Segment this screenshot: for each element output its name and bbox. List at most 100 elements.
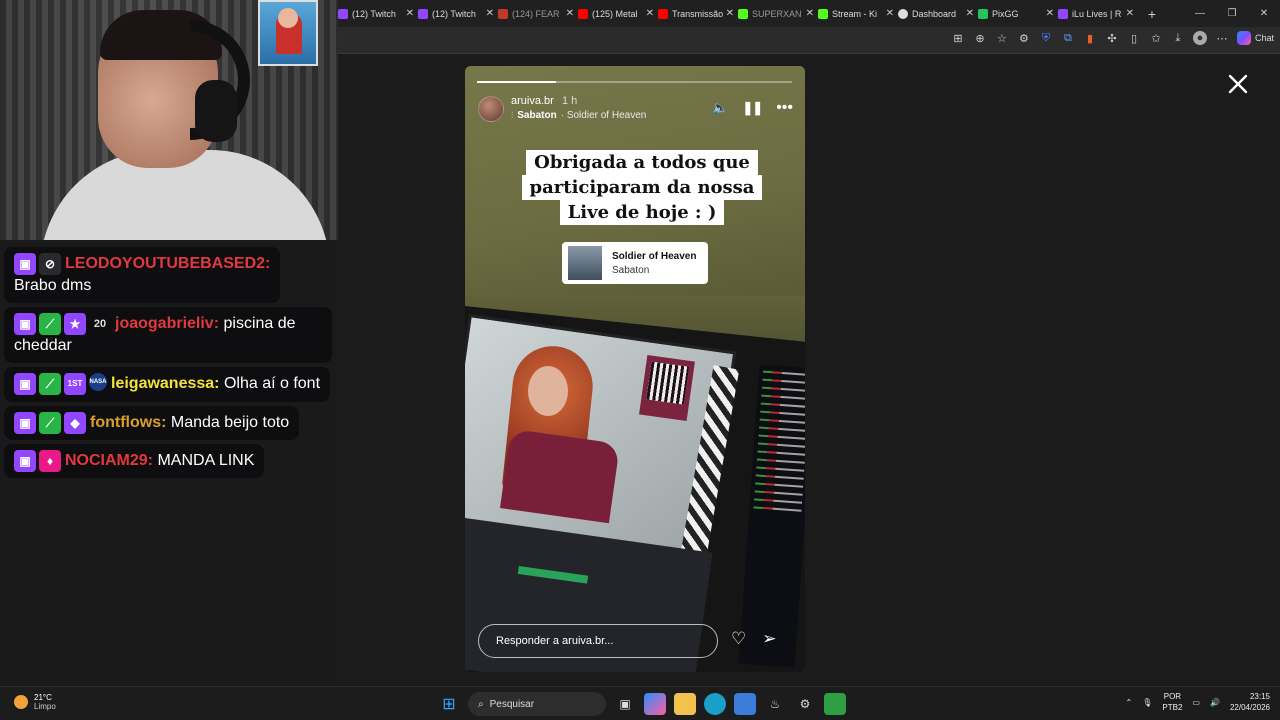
language-indicator[interactable]: POR PTB2 (1162, 691, 1182, 713)
tab-favicon-icon (738, 8, 748, 19)
favorites-icon[interactable]: ✩ (1149, 31, 1163, 45)
browser-tab-active[interactable]: iLu Lives | R ✕ (1058, 0, 1138, 27)
chat-message: ▣ ♦ NOCIAM29: MANDA LINK (4, 443, 265, 479)
close-tab-icon[interactable]: ✕ (726, 8, 734, 19)
microphone-icon[interactable]: 🎙 (1142, 698, 1152, 707)
close-tab-icon[interactable]: ✕ (1046, 8, 1054, 19)
browser-tab[interactable]: (12) Twitch ✕ (338, 0, 418, 27)
close-tab-icon[interactable]: ✕ (806, 8, 814, 19)
new-tab-button[interactable]: + (1142, 6, 1162, 22)
favorite-star-icon[interactable]: ☆ (995, 31, 1009, 45)
close-tab-icon[interactable]: ✕ (646, 8, 654, 19)
music-sticker[interactable]: Soldier of Heaven Sabaton (562, 242, 708, 284)
browser-tab[interactable]: (12) Twitch ✕ (418, 0, 498, 27)
more-options-icon[interactable]: ••• (776, 99, 793, 117)
bitwarden-icon[interactable]: ⛨ (1039, 31, 1053, 45)
close-tab-icon[interactable]: ✕ (886, 8, 894, 19)
browser-tab[interactable]: PixGG ✕ (978, 0, 1058, 27)
close-icon[interactable] (1226, 72, 1250, 96)
caption-line: participaram da nossa (521, 175, 763, 200)
volume-tray-icon[interactable]: 🔊 (1210, 698, 1220, 707)
close-tab-icon[interactable]: ✕ (966, 8, 974, 19)
maximize-button[interactable]: ❐ (1216, 0, 1248, 27)
story-progress-bar (477, 81, 792, 83)
browser-tab[interactable]: (125) Metal ✕ (578, 0, 658, 27)
windows-start-icon[interactable]: ⊞ (438, 693, 460, 715)
browser-tab[interactable]: Dashboard ✕ (898, 0, 978, 27)
chat-text: MANDA LINK (157, 452, 255, 470)
split-screen-icon[interactable]: ▯ (1127, 31, 1141, 45)
story-music[interactable]: ⫶ Sabaton · Soldier of Heaven (511, 110, 646, 121)
zoom-icon[interactable]: ⊕ (973, 31, 987, 45)
task-view-icon[interactable]: ▣ (614, 693, 636, 715)
translate-icon[interactable]: ⧉ (1061, 31, 1075, 45)
weather-widget[interactable]: 21°C Limpo (14, 693, 56, 711)
like-heart-icon[interactable]: ♡ (731, 629, 746, 649)
tray-overflow-icon[interactable]: ⌃ (1126, 698, 1133, 707)
minimize-button[interactable]: — (1184, 0, 1216, 27)
xbox-app-icon[interactable] (824, 693, 846, 715)
app-icon[interactable]: ⚙ (794, 693, 816, 715)
tab-favicon-icon (498, 8, 508, 19)
windows-taskbar: 21°C Limpo ⊞ ⌕ Pesquisar ▣ ♨ ⚙ ⌃ 🎙 POR PT… (0, 686, 1280, 720)
diamond-icon: ◆ (64, 411, 86, 434)
close-tab-icon[interactable]: ✕ (406, 8, 414, 19)
browser-tab[interactable]: SUPERXAN ✕ (738, 0, 818, 27)
downloads-icon[interactable]: ⤓ (1171, 31, 1185, 45)
story-card[interactable]: aruiva.br 1 h ⫶ Sabaton · Soldier of Hea… (465, 66, 805, 672)
copilot-chat-button[interactable]: Chat (1236, 31, 1274, 45)
tab-favicon-icon (898, 8, 908, 19)
browser-tab[interactable]: Transmissão ✕ (658, 0, 738, 27)
chat-text: Brabo dms (14, 277, 92, 295)
headphone-earcup (195, 80, 237, 142)
story-caption: Obrigada a todos que participaram da nos… (511, 150, 773, 225)
browser-tab[interactable]: Stream - Ki ✕ (818, 0, 898, 27)
close-tab-icon[interactable]: ✕ (486, 8, 494, 19)
tab-favicon-icon (818, 8, 828, 19)
steam-icon[interactable]: ♨ (764, 693, 786, 715)
story-time: 1 h (562, 95, 578, 107)
close-window-button[interactable]: ✕ (1248, 0, 1280, 27)
story-username[interactable]: aruiva.br (511, 95, 554, 107)
app-available-icon[interactable]: ⊞ (951, 31, 965, 45)
photos-icon[interactable] (734, 693, 756, 715)
tab-favicon-icon (978, 8, 988, 19)
chat-username: fontflows: (90, 413, 167, 431)
chat-username: leigawanessa: (111, 375, 220, 393)
volume-icon[interactable]: 🔈 (712, 100, 728, 116)
gem-icon: ♦ (39, 449, 61, 472)
puzzle-extensions-icon[interactable]: ✣ (1105, 31, 1119, 45)
chat-text: Olha aí o font (223, 375, 321, 393)
avatar[interactable] (478, 96, 504, 122)
hidden-eye-icon: ⊘ (39, 253, 61, 275)
file-explorer-icon[interactable] (674, 693, 696, 715)
extension-icon[interactable]: ⚙ (1017, 31, 1031, 45)
close-tab-icon[interactable]: ✕ (566, 8, 574, 19)
chat-message: ▣ ⊘ LEODOYOUTUBEBASED2: Brabo dms (4, 247, 281, 304)
clock-date: 22/04/2026 (1229, 703, 1270, 712)
system-tray: ⌃ 🎙 POR PTB2 ▭ 🔊 23:15 22/04/2026 (1126, 691, 1270, 713)
office-icon[interactable]: ▮ (1083, 31, 1097, 45)
tab-label: Stream - Ki (832, 8, 878, 19)
send-icon[interactable]: ➢ (762, 629, 776, 649)
more-menu-icon[interactable]: ⋯ (1215, 31, 1229, 45)
music-artist: Sabaton (517, 110, 557, 121)
tab-label: SUPERXAN (752, 8, 802, 19)
close-tab-icon[interactable]: ✕ (1126, 8, 1134, 19)
tab-label: (124) FEAR (512, 8, 560, 19)
taskbar-search[interactable]: ⌕ Pesquisar (468, 692, 606, 716)
weather-temp: 21°C (34, 693, 52, 702)
copilot-taskbar-icon[interactable] (644, 693, 666, 715)
tab-label: (125) Metal (592, 8, 638, 19)
edge-browser-icon[interactable] (704, 693, 726, 715)
browser-tab[interactable]: (124) FEAR ✕ (498, 0, 578, 27)
network-icon[interactable]: ▭ (1192, 698, 1200, 707)
profile-avatar-icon[interactable]: ● (1192, 31, 1207, 45)
story-viewer: aruiva.br 1 h ⫶ Sabaton · Soldier of Hea… (338, 54, 1280, 686)
sword-icon: ⟋ (39, 373, 61, 396)
pause-icon[interactable]: ❚❚ (742, 100, 763, 116)
clock[interactable]: 23:15 22/04/2026 (1230, 691, 1270, 713)
tab-label: (12) Twitch (352, 8, 396, 19)
chat-message: ▣ ⟋ ★ 20 joaogabrieliv: piscina de cheddar (4, 307, 332, 364)
reply-input[interactable]: Responder a aruiva.br... (478, 624, 718, 658)
